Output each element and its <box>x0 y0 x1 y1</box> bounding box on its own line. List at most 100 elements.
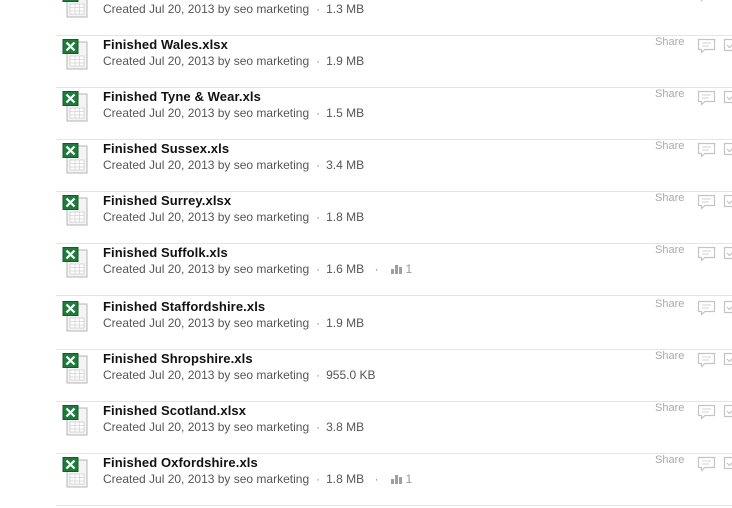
comment-icon[interactable] <box>697 352 716 368</box>
excel-file-icon <box>62 143 89 174</box>
created-info: Created Jul 20, 2013 by seo marketing <box>103 262 310 276</box>
created-info: Created Jul 20, 2013 by seo marketing <box>103 54 310 68</box>
view-count: 1 <box>391 262 412 276</box>
created-info: Created Jul 20, 2013 by seo marketing <box>103 158 310 172</box>
file-meta: Created Jul 20, 2013 by seo marketing · 3.… <box>103 420 364 434</box>
views-chart-icon <box>391 475 403 484</box>
share-link[interactable]: Share <box>655 454 684 466</box>
file-row[interactable]: Finished Oxfordshire.xls Created Jul 20,… <box>56 454 732 506</box>
file-name[interactable]: Finished Tyne & Wear.xls <box>103 89 261 104</box>
file-meta: Created Jul 20, 2013 by seo marketing · 95… <box>103 368 376 382</box>
excel-file-icon <box>62 353 89 384</box>
file-meta: Created Jul 20, 2013 by seo marketing · 1.… <box>103 54 364 68</box>
file-row[interactable]: Finished Tyne & Wear.xls Created Jul 20,… <box>56 88 732 140</box>
share-link[interactable]: Share <box>655 192 684 204</box>
comment-icon[interactable] <box>697 38 716 54</box>
file-name[interactable]: Finished Suffolk.xls <box>103 245 228 260</box>
created-info: Created Jul 20, 2013 by seo marketing <box>103 316 310 330</box>
file-name[interactable]: Finished Surrey.xlsx <box>103 193 231 208</box>
created-info: Created Jul 20, 2013 by seo marketing <box>103 2 310 16</box>
share-link[interactable]: Share <box>655 298 684 310</box>
checkbox-icon[interactable] <box>723 142 732 158</box>
excel-file-icon <box>62 91 89 122</box>
file-row[interactable]: Finished Sussex.xls Created Jul 20, 2013… <box>56 140 732 192</box>
share-link[interactable]: Share <box>655 36 684 48</box>
file-row[interactable]: Finished Wales.xlsx Created Jul 20, 2013… <box>56 36 732 88</box>
file-size: 1.8 MB <box>326 210 365 224</box>
comment-icon[interactable] <box>697 404 716 420</box>
excel-file-icon <box>62 247 89 278</box>
meta-separator: · <box>316 472 321 486</box>
file-size: 1.9 MB <box>326 54 365 68</box>
meta-separator: · <box>316 368 321 382</box>
meta-separator: · <box>374 472 379 486</box>
excel-file-icon <box>62 457 89 488</box>
checkbox-icon[interactable] <box>723 246 732 262</box>
file-meta: Created Jul 20, 2013 by seo marketing · 1.… <box>103 316 364 330</box>
file-row[interactable]: Finished Staffordshire.xls Created Jul 2… <box>56 298 732 350</box>
meta-separator: · <box>374 262 379 276</box>
file-name[interactable]: Finished Scotland.xlsx <box>103 403 246 418</box>
file-name[interactable]: Finished Sussex.xls <box>103 141 229 156</box>
meta-separator: · <box>316 158 321 172</box>
share-link[interactable]: Share <box>655 402 684 414</box>
checkbox-icon[interactable] <box>723 90 732 106</box>
file-row[interactable]: Finished Warwickshire.xlsx Created Jul 2… <box>56 0 732 36</box>
comment-icon[interactable] <box>697 194 716 210</box>
file-size: 3.4 MB <box>326 158 365 172</box>
checkbox-icon[interactable] <box>723 456 732 472</box>
file-meta: Created Jul 20, 2013 by seo marketing · 1.… <box>103 262 412 276</box>
file-name[interactable]: Finished Wales.xlsx <box>103 37 228 52</box>
checkbox-icon[interactable] <box>723 194 732 210</box>
file-meta: Created Jul 20, 2013 by seo marketing · 1.… <box>103 210 364 224</box>
comment-icon[interactable] <box>697 0 716 2</box>
file-meta: Created Jul 20, 2013 by seo marketing · 1.… <box>103 472 412 486</box>
file-name[interactable]: Finished Shropshire.xls <box>103 351 253 366</box>
checkbox-icon[interactable] <box>723 300 732 316</box>
created-info: Created Jul 20, 2013 by seo marketing <box>103 472 310 486</box>
file-row[interactable]: Finished Surrey.xlsx Created Jul 20, 201… <box>56 192 732 244</box>
view-count: 1 <box>391 472 412 486</box>
meta-separator: · <box>316 262 321 276</box>
file-size: 955.0 KB <box>326 368 376 382</box>
share-link[interactable]: Share <box>655 350 684 362</box>
file-name[interactable]: Finished Staffordshire.xls <box>103 299 265 314</box>
file-size: 1.8 MB <box>326 472 365 486</box>
file-meta: Created Jul 20, 2013 by seo marketing · 1.… <box>103 2 364 16</box>
checkbox-icon[interactable] <box>723 38 732 54</box>
excel-file-icon <box>62 301 89 332</box>
excel-file-icon <box>62 405 89 436</box>
file-size: 1.6 MB <box>326 262 365 276</box>
file-row[interactable]: Finished Suffolk.xls Created Jul 20, 201… <box>56 244 732 296</box>
created-info: Created Jul 20, 2013 by seo marketing <box>103 106 310 120</box>
checkbox-icon[interactable] <box>723 352 732 368</box>
comment-icon[interactable] <box>697 90 716 106</box>
view-count-value: 1 <box>405 262 413 276</box>
file-name[interactable]: Finished Oxfordshire.xls <box>103 455 258 470</box>
file-meta: Created Jul 20, 2013 by seo marketing · 3.… <box>103 158 364 172</box>
share-link[interactable]: Share <box>655 88 684 100</box>
view-count-value: 1 <box>405 472 413 486</box>
comment-icon[interactable] <box>697 142 716 158</box>
file-size: 1.9 MB <box>326 316 365 330</box>
comment-icon[interactable] <box>697 456 716 472</box>
file-size: 3.8 MB <box>326 420 365 434</box>
meta-separator: · <box>316 2 321 16</box>
excel-file-icon <box>62 39 89 70</box>
excel-file-icon <box>62 0 89 18</box>
meta-separator: · <box>316 54 321 68</box>
checkbox-icon[interactable] <box>723 0 732 2</box>
meta-separator: · <box>316 106 321 120</box>
comment-icon[interactable] <box>697 300 716 316</box>
file-row[interactable]: Finished Shropshire.xls Created Jul 20, … <box>56 350 732 402</box>
created-info: Created Jul 20, 2013 by seo marketing <box>103 210 310 224</box>
views-chart-icon <box>391 265 403 274</box>
file-row[interactable]: Finished Scotland.xlsx Created Jul 20, 2… <box>56 402 732 454</box>
meta-separator: · <box>316 316 321 330</box>
comment-icon[interactable] <box>697 246 716 262</box>
excel-file-icon <box>62 195 89 226</box>
created-info: Created Jul 20, 2013 by seo marketing <box>103 420 310 434</box>
share-link[interactable]: Share <box>655 244 684 256</box>
share-link[interactable]: Share <box>655 140 684 152</box>
checkbox-icon[interactable] <box>723 404 732 420</box>
